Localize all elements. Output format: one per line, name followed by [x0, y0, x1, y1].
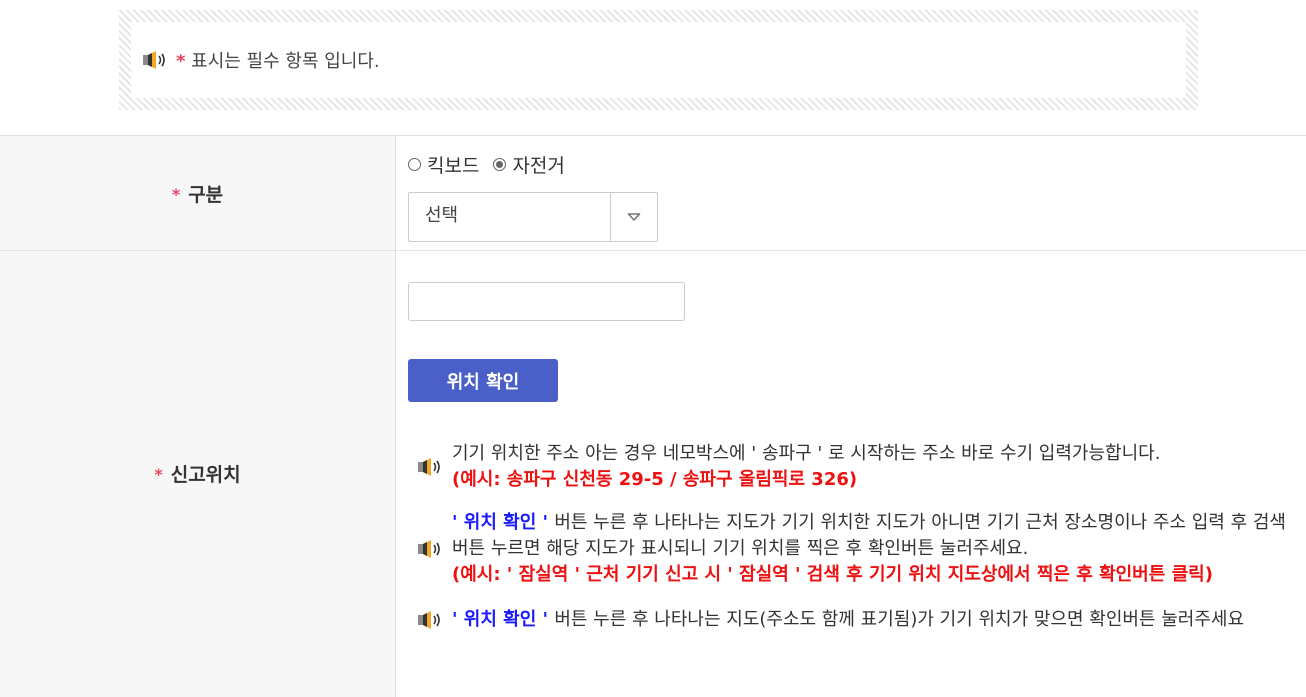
speaker-icon [417, 539, 443, 559]
guide-example: (예시: ' 잠실역 ' 근처 기기 신고 시 ' 잠실역 ' 검색 후 기기 … [452, 564, 1213, 585]
category-select-value[interactable]: 선택 [409, 193, 610, 241]
guide-example: (예시: 송파구 신천동 29-5 / 송파구 올림픽로 326) [452, 469, 858, 490]
required-notice-inner: * 표시는 필수 항목 입니다. [131, 22, 1186, 98]
guide-text: 버튼 누른 후 나타나는 지도(주소도 함께 표기됨)가 기기 위치가 맞으면 … [554, 609, 1245, 630]
required-star: * [176, 51, 186, 72]
category-label-cell: * 구분 [0, 135, 396, 251]
guide-paragraph: ' 위치 확인 ' 버튼 누른 후 나타나는 지도가 기기 위치한 지도가 아니… [452, 510, 1306, 562]
guide-item-search-place: ' 위치 확인 ' 버튼 누른 후 나타나는 지도가 기기 위치한 지도가 아니… [417, 510, 1306, 588]
guide-item-direct-address: 기기 위치한 주소 아는 경우 네모박스에 ' 송파구 ' 로 시작하는 주소 … [417, 441, 1306, 493]
guide-text-block: 기기 위치한 주소 아는 경우 네모박스에 ' 송파구 ' 로 시작하는 주소 … [452, 441, 1160, 493]
radio-bicycle-label[interactable]: 자전거 [512, 151, 564, 178]
category-label: 구분 [188, 183, 224, 206]
guide-highlight: ' 위치 확인 ' [452, 512, 555, 533]
form-row-location: * 신고위치 위치 확인 기기 위치한 주소 아는 경우 네모박스에 ' 송파구 … [0, 250, 1306, 697]
radio-kickboard-label[interactable]: 킥보드 [427, 151, 479, 178]
required-notice-label: 표시는 필수 항목 입니다. [191, 51, 380, 72]
guide-paragraph: ' 위치 확인 ' 버튼 누른 후 나타나는 지도(주소도 함께 표기됨)가 기… [452, 607, 1244, 633]
category-field-cell: 킥보드 자전거 선택 [395, 135, 1306, 251]
category-select[interactable]: 선택 [408, 192, 658, 242]
category-select-arrow[interactable] [610, 193, 657, 241]
required-notice-box: * 표시는 필수 항목 입니다. [119, 10, 1198, 110]
radio-bicycle-circle[interactable] [493, 157, 507, 171]
radio-bicycle[interactable]: 자전거 [493, 151, 565, 178]
location-field-cell: 위치 확인 기기 위치한 주소 아는 경우 네모박스에 ' 송파구 ' 로 시작… [395, 250, 1306, 697]
guide-text: 기기 위치한 주소 아는 경우 네모박스에 ' 송파구 ' 로 시작하는 주소 … [452, 443, 1161, 464]
radio-kickboard[interactable]: 킥보드 [408, 151, 479, 178]
radio-kickboard-circle[interactable] [408, 157, 421, 171]
speaker-icon [417, 457, 443, 477]
location-confirm-button[interactable]: 위치 확인 [408, 359, 558, 402]
guide-text: 버튼 누른 후 나타나는 지도가 기기 위치한 지도가 아니면 기기 근처 장소… [452, 512, 1286, 559]
vehicle-type-radio-group: 킥보드 자전거 [408, 150, 1306, 178]
location-label-cell: * 신고위치 [0, 250, 396, 697]
location-address-input[interactable] [408, 282, 685, 321]
required-star: * [171, 184, 181, 204]
guide-text-block: ' 위치 확인 ' 버튼 누른 후 나타나는 지도(주소도 함께 표기됨)가 기… [452, 607, 1244, 633]
guide-highlight: ' 위치 확인 ' [452, 609, 555, 630]
chevron-down-icon [627, 213, 641, 221]
speaker-icon [417, 610, 443, 630]
location-label: 신고위치 [170, 464, 241, 487]
guide-item-confirm: ' 위치 확인 ' 버튼 누른 후 나타나는 지도(주소도 함께 표기됨)가 기… [417, 607, 1306, 633]
guide-text-block: ' 위치 확인 ' 버튼 누른 후 나타나는 지도가 기기 위치한 지도가 아니… [452, 510, 1306, 588]
required-star: * [154, 465, 163, 485]
form-row-category: * 구분 킥보드 자전거 선택 [0, 135, 1306, 251]
required-notice-text: * 표시는 필수 항목 입니다. [176, 47, 380, 73]
report-form: * 구분 킥보드 자전거 선택 * 신고위치 위치 확인 기기 위치한 주소 아… [0, 135, 1306, 697]
speaker-icon [142, 50, 168, 70]
